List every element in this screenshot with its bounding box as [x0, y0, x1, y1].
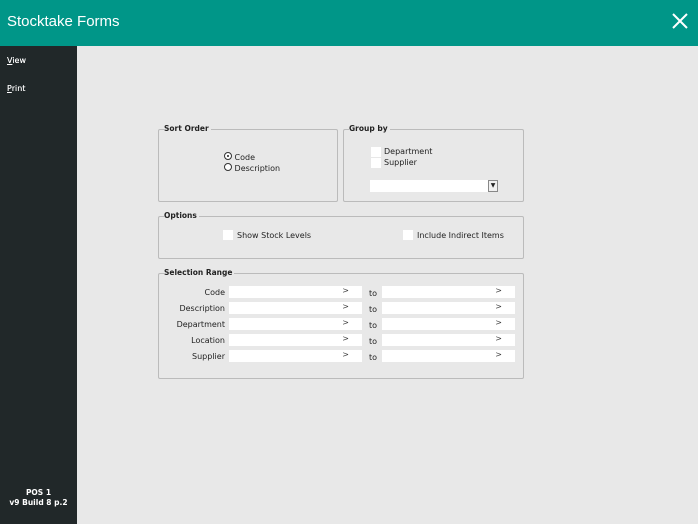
radio-label: Description [235, 164, 281, 173]
supplier-checkbox[interactable] [371, 158, 381, 168]
include-indirect-checkbox[interactable] [403, 230, 413, 240]
radio-icon [224, 163, 232, 171]
to-label: to [369, 353, 377, 362]
range-label-location: Location [165, 336, 225, 345]
sidebar-item-accel-overlay: Print [7, 84, 25, 93]
radio-selected-icon [224, 152, 232, 160]
browse-button[interactable]: > [495, 302, 502, 311]
code-from-field[interactable]: > [229, 286, 362, 298]
to-label: to [369, 321, 377, 330]
browse-button[interactable]: > [342, 286, 349, 295]
department-to-field[interactable]: > [382, 318, 515, 330]
radio-label: Code [235, 153, 255, 162]
show-stock-levels-label: Show Stock Levels [237, 231, 311, 240]
sidebar-item-print[interactable]: Print Print [7, 84, 25, 93]
group-label: Options [164, 211, 199, 220]
code-to-field[interactable]: > [382, 286, 515, 298]
department-checkbox[interactable] [371, 147, 381, 157]
accel-rest: rint [12, 84, 26, 93]
close-icon[interactable] [670, 11, 690, 31]
range-label-department: Department [165, 320, 225, 329]
browse-button[interactable]: > [342, 318, 349, 327]
browse-button[interactable]: > [495, 350, 502, 359]
terminal-name: POS 1 [0, 488, 77, 498]
supplier-from-field[interactable]: > [229, 350, 362, 362]
location-from-field[interactable]: > [229, 334, 362, 346]
supplier-to-field[interactable]: > [382, 350, 515, 362]
description-to-field[interactable]: > [382, 302, 515, 314]
description-from-field[interactable]: > [229, 302, 362, 314]
browse-button[interactable]: > [495, 334, 502, 343]
to-label: to [369, 337, 377, 346]
radio-description[interactable]: Description [224, 163, 280, 173]
title-bar: Stocktake Forms [0, 0, 698, 46]
browse-button[interactable]: > [495, 318, 502, 327]
range-label-supplier: Supplier [165, 352, 225, 361]
range-label-code: Code [165, 288, 225, 297]
sidebar: View View Print Print POS 1v9 Build 8 p.… [0, 46, 77, 524]
accel-rest: iew [12, 56, 26, 65]
department-label: Department [384, 147, 432, 156]
to-label: to [369, 289, 377, 298]
show-stock-levels-checkbox[interactable] [223, 230, 233, 240]
to-label: to [369, 305, 377, 314]
window-title: Stocktake Forms [7, 13, 120, 30]
radio-code[interactable]: Code [224, 152, 255, 162]
sidebar-item-accel-overlay: View [7, 56, 26, 65]
browse-button[interactable]: > [342, 302, 349, 311]
chevron-down-icon[interactable]: ▼ [488, 180, 498, 192]
sidebar-item-view[interactable]: View View [7, 56, 26, 65]
group-by-select[interactable]: ▼ [370, 180, 498, 192]
group-label: Group by [349, 124, 390, 133]
build-version: v9 Build 8 p.2 [0, 498, 77, 508]
version-info: POS 1v9 Build 8 p.2 [0, 488, 77, 508]
browse-button[interactable]: > [342, 350, 349, 359]
browse-button[interactable]: > [495, 286, 502, 295]
group-label: Sort Order [164, 124, 211, 133]
department-from-field[interactable]: > [229, 318, 362, 330]
include-indirect-label: Include Indirect Items [417, 231, 504, 240]
location-to-field[interactable]: > [382, 334, 515, 346]
range-label-description: Description [165, 304, 225, 313]
supplier-label: Supplier [384, 158, 417, 167]
browse-button[interactable]: > [342, 334, 349, 343]
group-label: Selection Range [164, 268, 234, 277]
